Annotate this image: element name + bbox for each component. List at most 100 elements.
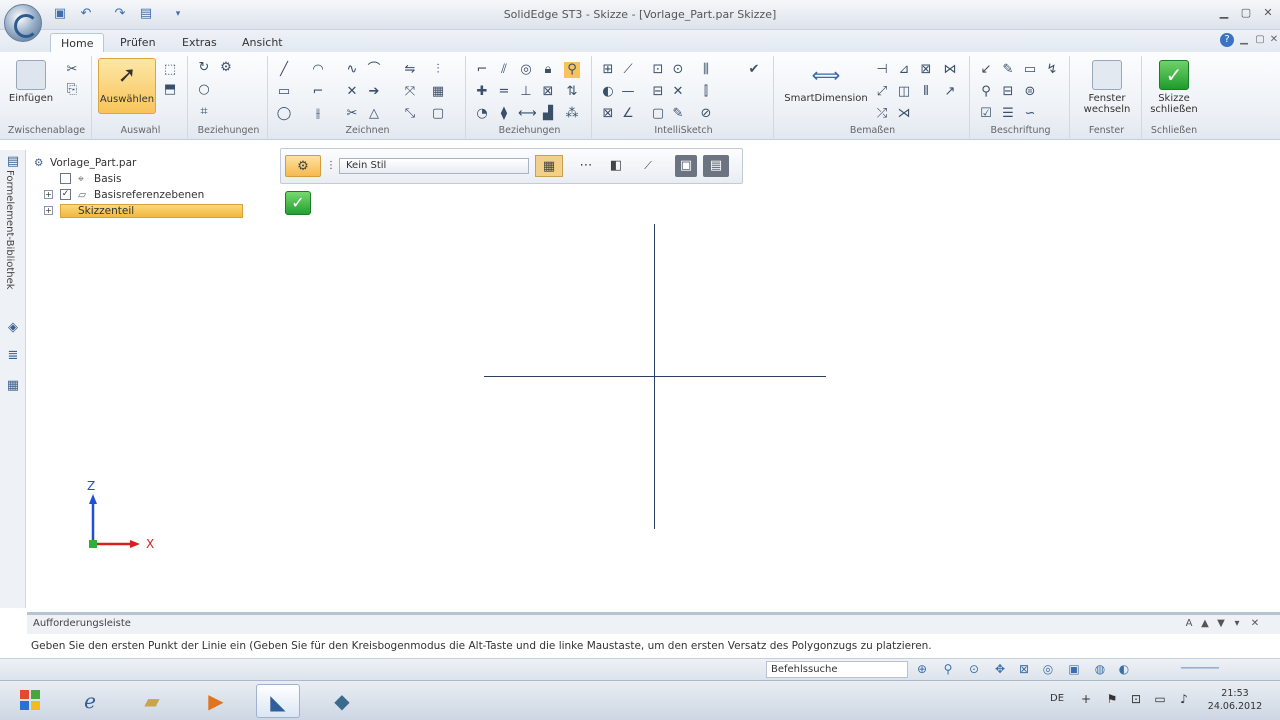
select-button[interactable]: ➚ Auswählen xyxy=(98,58,156,114)
feature-library-tab[interactable]: Formelement-Bibliothek xyxy=(4,170,15,290)
close-window-button[interactable]: ✕ xyxy=(1260,6,1276,20)
symmetric-icon[interactable]: ⧫ xyxy=(496,106,512,122)
dim-mesh-icon[interactable]: ⋊ xyxy=(896,106,912,122)
relationship-assistant-icon[interactable]: ⁂ xyxy=(564,106,580,122)
curve-annot-icon[interactable]: ∽ xyxy=(1022,106,1038,122)
connect-icon[interactable]: ⌐ xyxy=(474,62,490,78)
perpendicular-icon[interactable]: ⊥ xyxy=(518,84,534,100)
tray-network-icon[interactable]: ⊡ xyxy=(1128,692,1144,706)
library-icon[interactable]: ▤ xyxy=(5,154,21,170)
application-button[interactable] xyxy=(4,4,42,42)
copy-icon[interactable]: ⎘ xyxy=(64,82,80,98)
view-slider[interactable]: ─────── xyxy=(1140,662,1260,677)
align-snap-icon[interactable]: ⊘ xyxy=(698,106,714,122)
edit-snap-icon[interactable]: ✎ xyxy=(670,106,686,122)
tab-pruefen[interactable]: Prüfen xyxy=(110,33,166,52)
help-icon[interactable]: ? xyxy=(1220,33,1234,47)
symmetric-dim-icon[interactable]: ⋈ xyxy=(942,62,958,78)
rectangle-icon[interactable]: ▭ xyxy=(276,84,292,100)
scale-icon[interactable]: ⚙ xyxy=(218,60,234,76)
set-icon[interactable]: ▟ xyxy=(540,106,556,122)
zoom-annot-icon[interactable]: ⚲ xyxy=(978,84,994,100)
move-icon[interactable]: ⤧ xyxy=(402,84,418,100)
dim-attach-icon[interactable]: ⫴ xyxy=(918,84,934,100)
maintain-icon[interactable]: ⇅ xyxy=(564,84,580,100)
view-orientation-icon[interactable]: ◎ xyxy=(1040,662,1056,677)
arc-icon[interactable]: ◠ xyxy=(310,62,326,78)
horizontal-snap-icon[interactable]: — xyxy=(620,84,636,100)
grid-snap-icon[interactable]: ⊞ xyxy=(600,62,616,78)
network-app-icon[interactable]: ◆ xyxy=(320,684,364,718)
maximize-button[interactable]: ▢ xyxy=(1238,6,1254,20)
variables-icon[interactable]: ⤮ xyxy=(874,106,890,122)
circle-tool-icon[interactable]: ○ xyxy=(196,82,212,98)
circle-icon[interactable]: ◯ xyxy=(276,106,292,122)
style-combo[interactable]: Kein Stil xyxy=(339,158,529,174)
cross-snap-icon[interactable]: ✕ xyxy=(670,84,686,100)
fit-icon[interactable]: ⊙ xyxy=(966,662,982,677)
doc-close-button[interactable]: ✕ xyxy=(1268,34,1280,45)
intersection-icon[interactable]: ⊟ xyxy=(650,84,666,100)
intellisketch-options-icon[interactable]: ✔ xyxy=(746,62,762,78)
command-search-input[interactable]: Befehlssuche xyxy=(766,661,908,678)
tab-extras[interactable]: Extras xyxy=(172,33,227,52)
length-button[interactable]: ▣ xyxy=(675,155,697,177)
coordinate-icon[interactable]: ⊠ xyxy=(918,62,934,78)
distance-icon[interactable]: ⊣ xyxy=(874,62,890,78)
parallel-icon[interactable]: ⟷ xyxy=(518,106,537,122)
center-icon[interactable]: ⊙ xyxy=(670,62,686,78)
dim-style-icon[interactable]: ◫ xyxy=(896,84,912,100)
tray-add-icon[interactable]: + xyxy=(1078,692,1094,706)
dim-axis-icon[interactable]: ⤢ xyxy=(874,84,890,100)
equal-icon[interactable]: = xyxy=(496,84,512,100)
angle-button[interactable]: ▤ xyxy=(703,155,729,177)
balloon-icon[interactable]: ✎ xyxy=(1000,62,1016,78)
silhouette-icon[interactable]: ⫿ xyxy=(698,84,714,100)
zoom-icon[interactable]: ⚲ xyxy=(940,662,956,677)
stretch-icon[interactable]: ⤡ xyxy=(402,106,418,122)
offset-icon[interactable]: ⫶ xyxy=(430,62,446,78)
file-explorer-icon[interactable]: ▰ xyxy=(130,684,174,718)
language-indicator[interactable]: DE xyxy=(1050,693,1064,704)
line-options-button[interactable]: ⚙ xyxy=(285,155,321,177)
point-on-icon[interactable]: ⊠ xyxy=(600,106,616,122)
tray-flag-icon[interactable]: ⚑ xyxy=(1104,692,1120,706)
shading-icon[interactable]: ◐ xyxy=(1116,662,1132,677)
smartdimension-button[interactable]: ⟺ SmartDimension xyxy=(780,58,872,114)
weld-icon[interactable]: ⊟ xyxy=(1000,84,1016,100)
tangent-icon[interactable]: ◔ xyxy=(474,106,490,122)
scroll-up-icon[interactable]: ▲ xyxy=(1199,618,1211,629)
select-filter-icon[interactable]: ⬒ xyxy=(162,82,178,98)
extend-icon[interactable]: ➔ xyxy=(366,84,382,100)
start-button[interactable] xyxy=(8,684,52,718)
leader-icon[interactable]: ↙ xyxy=(978,62,994,78)
construction-icon[interactable]: ▢ xyxy=(430,106,446,122)
split-icon[interactable]: ⫲ xyxy=(310,106,326,122)
switch-window-button[interactable]: Fenster wechseln xyxy=(1074,58,1140,115)
collinear-icon[interactable]: ⫽ xyxy=(496,62,512,78)
pathfinder-icon[interactable]: ▦ xyxy=(5,378,21,394)
doc-restore-button[interactable]: ▢ xyxy=(1254,34,1266,45)
options-grip-icon[interactable]: ⋮ xyxy=(325,155,337,177)
edge-condition-icon[interactable]: ⊜ xyxy=(1022,84,1038,100)
minimize-button[interactable]: ▁ xyxy=(1216,6,1232,20)
layers-icon[interactable]: ◈ xyxy=(5,320,21,336)
tray-monitor-icon[interactable]: ▭ xyxy=(1152,692,1168,706)
view-style-icon[interactable]: ◍ xyxy=(1092,662,1108,677)
font-size-icon[interactable]: A xyxy=(1183,618,1195,629)
angle-dim-icon[interactable]: ⊿ xyxy=(896,62,912,78)
dim-leader-icon[interactable]: ↗ xyxy=(942,84,958,100)
rotate-icon[interactable]: ↻ xyxy=(196,60,212,76)
vertical-snap-icon[interactable]: ⫼ xyxy=(698,62,714,78)
prompt-menu-icon[interactable]: ▾ xyxy=(1231,618,1243,629)
fill-color-button[interactable]: ▦ xyxy=(535,155,563,177)
tab-home[interactable]: Home xyxy=(50,33,105,52)
tab-ansicht[interactable]: Ansicht xyxy=(232,33,293,52)
line-style-button[interactable]: ⋯ xyxy=(571,155,601,177)
line-button[interactable]: ⟋ xyxy=(637,155,659,177)
close-sketch-button[interactable]: Skizze schließen xyxy=(1146,58,1202,115)
chamfer-icon[interactable]: ⌐ xyxy=(310,84,326,100)
mirror-icon[interactable]: ⇋ xyxy=(402,62,418,78)
triangle-icon[interactable]: △ xyxy=(366,106,382,122)
zoom-area-icon[interactable]: ⊕ xyxy=(914,662,930,677)
